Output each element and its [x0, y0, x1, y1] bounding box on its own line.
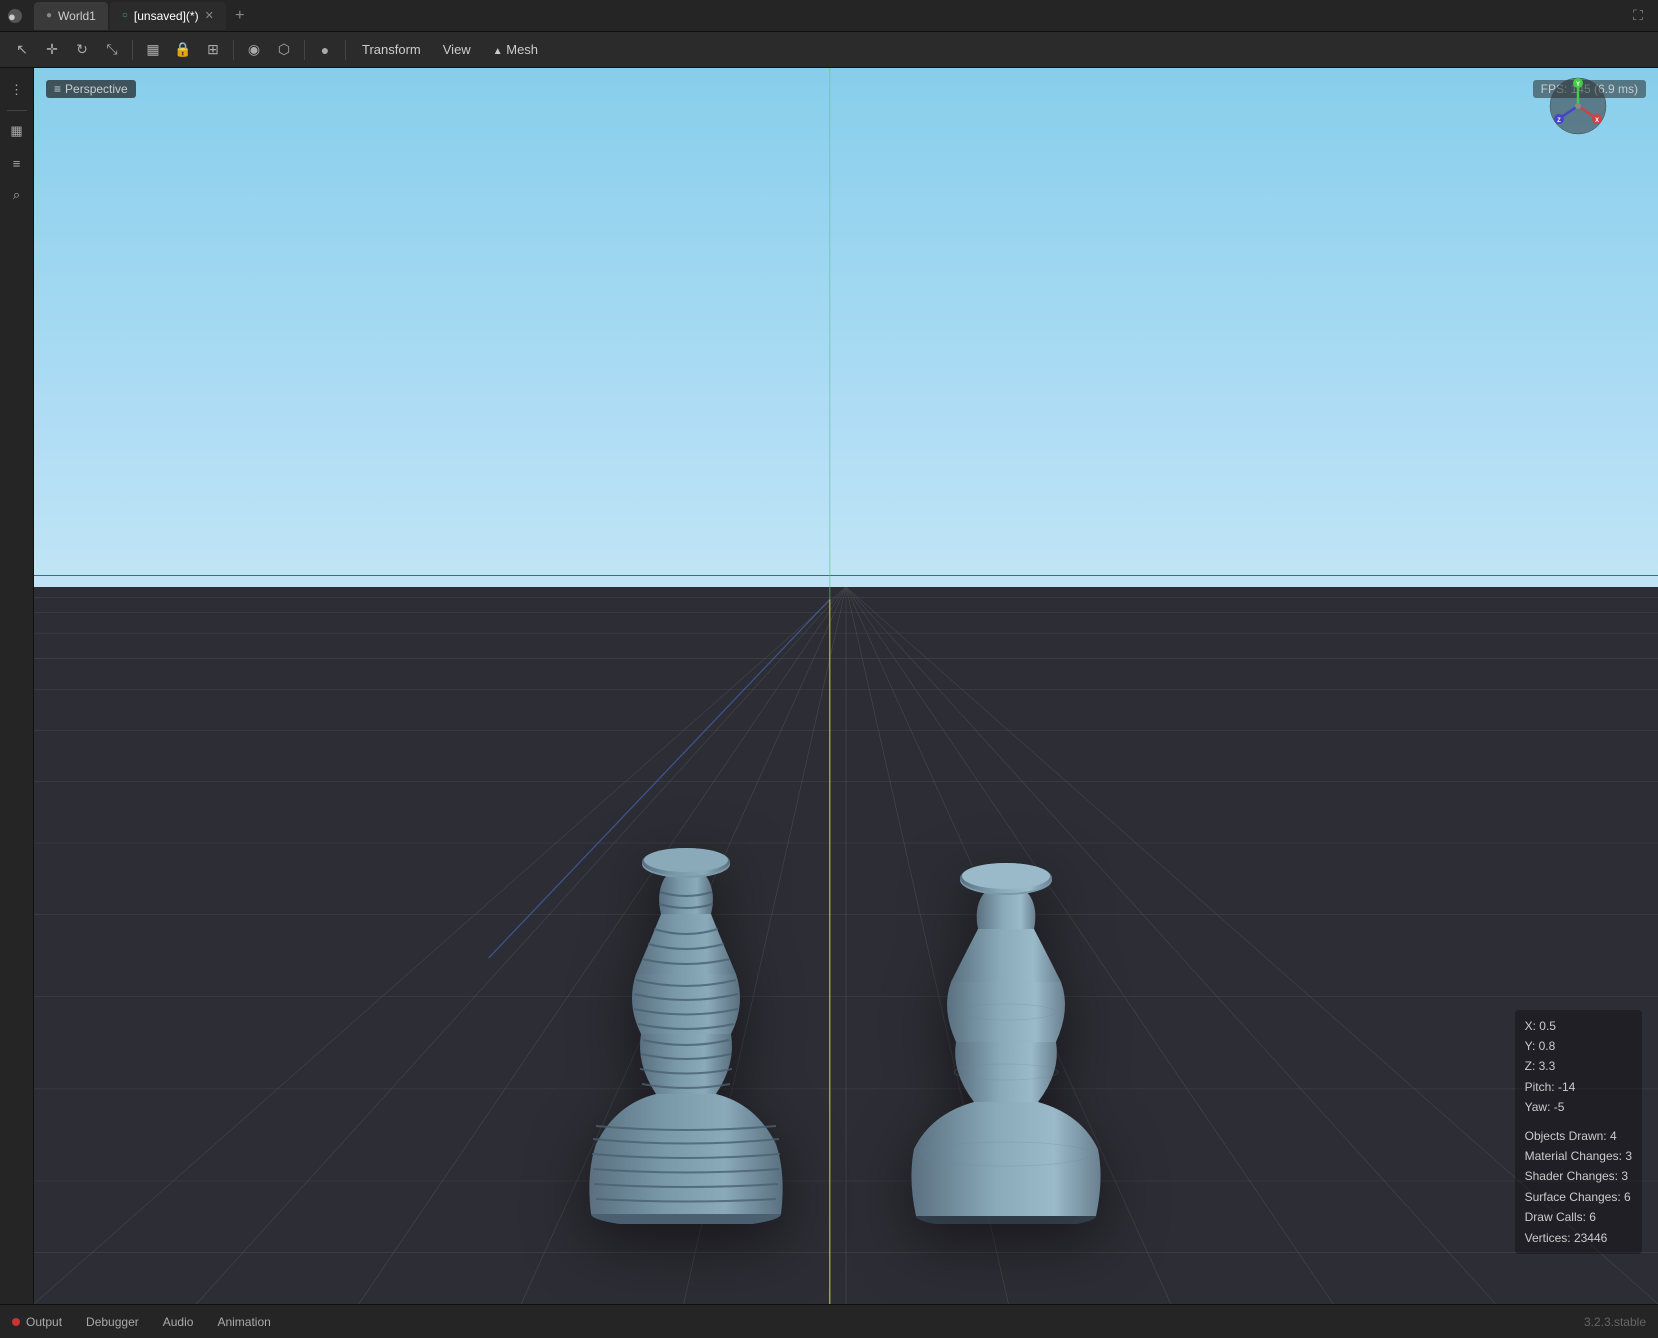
lock-button[interactable]: 🔒 [169, 36, 197, 64]
status-debugger[interactable]: Debugger [86, 1315, 139, 1329]
stat-pitch: Pitch: -14 [1525, 1077, 1632, 1097]
stats-overlay: X: 0.5 Y: 0.8 Z: 3.3 Pitch: -14 Yaw: -5 … [1515, 1010, 1642, 1254]
status-animation[interactable]: Animation [217, 1315, 270, 1329]
status-audio[interactable]: Audio [163, 1315, 194, 1329]
version-label: 3.2.3.stable [1584, 1315, 1646, 1329]
stat-spacer [1525, 1118, 1632, 1126]
maximize-button[interactable]: ⛶ [1626, 4, 1650, 28]
title-bar: ● ● World1 ○ [unsaved](*) ✕ + ⛶ [0, 0, 1658, 32]
gizmo-svg: Y X Z [1548, 76, 1608, 136]
status-output[interactable]: Output [12, 1315, 62, 1329]
tab-world1[interactable]: ● World1 [34, 2, 108, 30]
left-sidebar: ⋮ ▦ ≡ ⌕ [0, 68, 34, 1304]
snap-button[interactable]: ⊞ [199, 36, 227, 64]
perspective-label[interactable]: ≡ Perspective [46, 80, 136, 98]
svg-text:X: X [1595, 118, 1599, 124]
rotate-tool-button[interactable]: ↻ [68, 36, 96, 64]
mesh-icon: ▲ [493, 46, 503, 57]
perspective-menu-icon: ≡ [54, 82, 61, 96]
navigation-gizmo[interactable]: Y X Z [1548, 76, 1608, 136]
scale-tool-button[interactable]: ⤡ [98, 36, 126, 64]
menu-mesh[interactable]: ▲ Mesh [483, 38, 548, 61]
tool-dot[interactable]: ● [311, 36, 339, 64]
sidebar-separator-1 [7, 110, 27, 111]
svg-text:Y: Y [1576, 82, 1580, 88]
stat-yaw: Yaw: -5 [1525, 1097, 1632, 1117]
sidebar-grid[interactable]: ▦ [3, 117, 31, 145]
svg-text:Z: Z [1557, 118, 1561, 124]
move-tool-button[interactable]: ✛ [38, 36, 66, 64]
audio-label: Audio [163, 1315, 194, 1329]
stat-shaders: Shader Changes: 3 [1525, 1166, 1632, 1186]
viewport[interactable]: ≡ Perspective FPS: 145 (6.9 ms) Y X Z [34, 68, 1658, 1304]
ground-plane [34, 587, 1658, 1304]
status-bar: Output Debugger Audio Animation 3.2.3.st… [0, 1304, 1658, 1338]
stat-surface: Surface Changes: 6 [1525, 1187, 1632, 1207]
sidebar-zoom[interactable]: ⌕ [3, 181, 31, 209]
stat-x: X: 0.5 [1525, 1016, 1632, 1036]
new-tab-button[interactable]: + [228, 4, 252, 28]
window-controls: ● [8, 9, 22, 23]
window-icon: ● [8, 9, 22, 23]
select-tool-button[interactable]: ↖ [8, 36, 36, 64]
sidebar-list[interactable]: ≡ [3, 149, 31, 177]
tab-label: World1 [58, 9, 96, 23]
menu-bar: ↖ ✛ ↻ ⤡ ▦ 🔒 ⊞ ◉ ⬡ ● Transform View ▲ Mes… [0, 32, 1658, 68]
group-button[interactable]: ▦ [139, 36, 167, 64]
toolbar-separator-3 [304, 40, 305, 60]
env-button[interactable]: ⬡ [270, 36, 298, 64]
main-layout: ⋮ ▦ ≡ ⌕ [0, 68, 1658, 1304]
grid-svg [34, 587, 1658, 1304]
stat-objects: Objects Drawn: 4 [1525, 1126, 1632, 1146]
tab-label-active: [unsaved](*) [134, 9, 199, 23]
toolbar-separator-1 [132, 40, 133, 60]
menu-transform[interactable]: Transform [352, 38, 431, 61]
stat-y: Y: 0.8 [1525, 1036, 1632, 1056]
sky-background [34, 68, 1658, 661]
tabs-area: ● World1 ○ [unsaved](*) ✕ + [34, 2, 1626, 30]
animation-label: Animation [217, 1315, 270, 1329]
menu-view[interactable]: View [433, 38, 481, 61]
tab-icon: ● [46, 10, 52, 21]
tab-close-button[interactable]: ✕ [205, 9, 214, 22]
horizon-line [34, 575, 1658, 576]
toolbar-separator-2 [233, 40, 234, 60]
debugger-label: Debugger [86, 1315, 139, 1329]
sidebar-ellipsis[interactable]: ⋮ [3, 76, 31, 104]
tab-icon-active: ○ [122, 10, 128, 21]
output-dot [12, 1318, 20, 1326]
stat-z: Z: 3.3 [1525, 1056, 1632, 1076]
tab-unsaved[interactable]: ○ [unsaved](*) ✕ [110, 2, 226, 30]
stat-vertices: Vertices: 23446 [1525, 1228, 1632, 1248]
output-label: Output [26, 1315, 62, 1329]
stat-draws: Draw Calls: 6 [1525, 1207, 1632, 1227]
perspective-text: Perspective [65, 82, 128, 96]
world-button[interactable]: ◉ [240, 36, 268, 64]
toolbar-separator-4 [345, 40, 346, 60]
stat-materials: Material Changes: 3 [1525, 1146, 1632, 1166]
